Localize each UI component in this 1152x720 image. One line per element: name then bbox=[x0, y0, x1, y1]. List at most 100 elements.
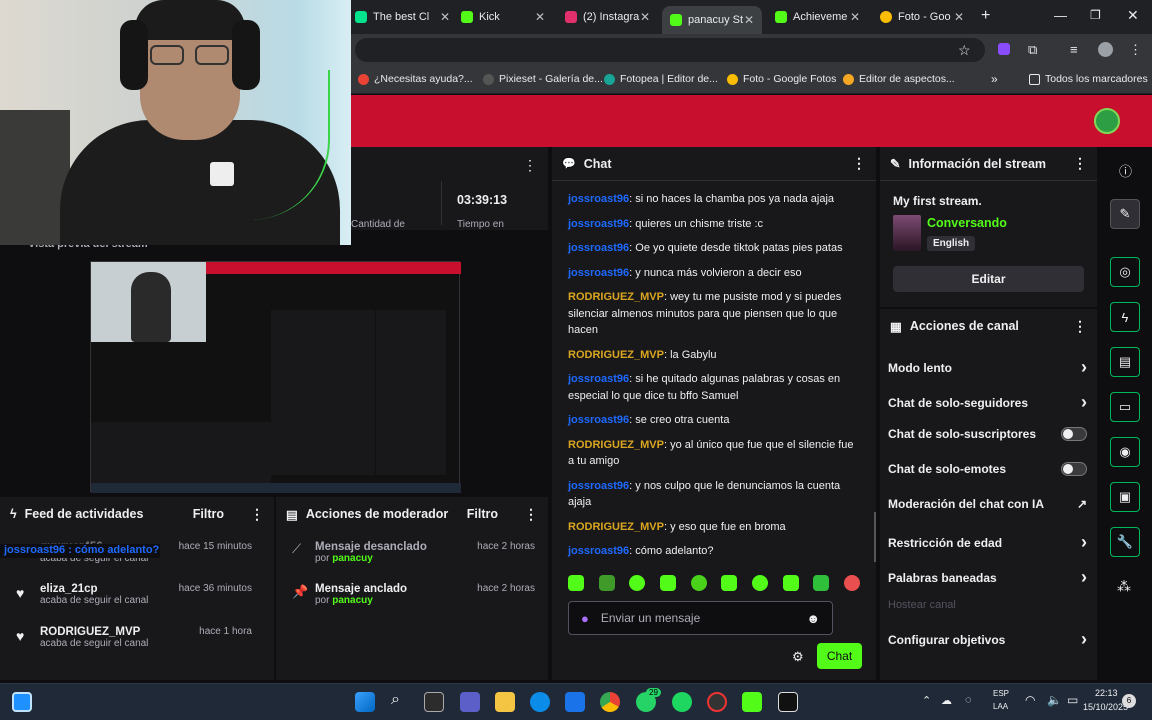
mod-by-user[interactable]: panacuy bbox=[332, 553, 373, 564]
task-view-icon[interactable] bbox=[12, 692, 32, 712]
cloud-icon[interactable]: ☁ bbox=[941, 694, 952, 707]
emote-icon[interactable] bbox=[659, 575, 676, 591]
tools-rail-button[interactable]: 🔧 bbox=[1110, 527, 1140, 557]
channel-action-item[interactable]: Modo lento › bbox=[888, 357, 1087, 378]
emote-icon[interactable] bbox=[782, 575, 799, 591]
edit-stream-button[interactable]: Editar bbox=[893, 266, 1084, 292]
bookmark-item[interactable]: ¿Necesitas ayuda?... bbox=[358, 73, 473, 85]
chat-settings-gear-icon[interactable]: ⚙ bbox=[792, 649, 804, 665]
chat-rail-button[interactable]: ▭ bbox=[1110, 392, 1140, 422]
chat-username[interactable]: jossroast96 bbox=[568, 373, 629, 385]
document-rail-button[interactable]: ▤ bbox=[1110, 347, 1140, 377]
chat-message-list[interactable]: jossroast96: si no haces la chamba pos y… bbox=[552, 191, 876, 571]
more-bookmarks-icon[interactable]: » bbox=[991, 72, 998, 86]
wifi-icon[interactable]: ◠ bbox=[1025, 693, 1035, 707]
edit-rail-button[interactable]: ✎ bbox=[1110, 199, 1140, 229]
chat-username[interactable]: jossroast96 bbox=[568, 242, 629, 254]
chat-username[interactable]: jossroast96 bbox=[568, 414, 629, 426]
new-tab-icon[interactable]: + bbox=[981, 7, 990, 25]
channel-action-item[interactable]: Configurar objetivos › bbox=[888, 629, 1087, 650]
extensions-puzzle-icon[interactable]: ⧉ bbox=[1028, 42, 1037, 58]
stats-menu-icon[interactable]: ⋮ bbox=[523, 157, 537, 174]
stream-info-menu-icon[interactable]: ⋮ bbox=[1073, 155, 1087, 172]
window-close-icon[interactable]: ✕ bbox=[1127, 7, 1139, 24]
capcut-icon[interactable] bbox=[778, 692, 798, 712]
tab-0[interactable]: The best Cl ✕ bbox=[355, 6, 450, 28]
apps-icon[interactable]: ⁂ bbox=[1117, 578, 1131, 595]
stream-preview-video[interactable] bbox=[90, 261, 461, 493]
chat-username[interactable]: RODRIGUEZ_MVP bbox=[568, 439, 664, 451]
channel-action-item[interactable]: Palabras baneadas › bbox=[888, 567, 1087, 588]
broadcast-rail-button[interactable]: ◉ bbox=[1110, 437, 1140, 467]
info-icon[interactable]: ⓘ bbox=[1119, 161, 1132, 180]
chat-username[interactable]: RODRIGUEZ_MVP bbox=[568, 521, 664, 533]
close-icon[interactable]: ✕ bbox=[535, 10, 545, 24]
spotify-icon[interactable] bbox=[672, 692, 692, 712]
volume-icon[interactable]: 🔈 bbox=[1047, 693, 1062, 707]
kick-app-icon[interactable] bbox=[742, 692, 762, 712]
mod-by-user[interactable]: panacuy bbox=[332, 595, 373, 606]
emote-icon[interactable] bbox=[751, 575, 768, 591]
clock-date[interactable]: 15/10/2025 bbox=[1083, 702, 1128, 712]
extension-icon[interactable] bbox=[998, 43, 1010, 55]
emote-icon[interactable] bbox=[721, 575, 738, 591]
emoji-icon[interactable]: ☻ bbox=[806, 611, 820, 626]
tray-chevron-icon[interactable]: ⌃ bbox=[922, 694, 931, 707]
battery-icon[interactable]: ▭ bbox=[1067, 693, 1078, 707]
activity-menu-icon[interactable]: ⋮ bbox=[250, 506, 264, 523]
channel-action-item[interactable]: Restricción de edad › bbox=[888, 532, 1087, 553]
lightning-rail-button[interactable]: ϟ bbox=[1110, 302, 1140, 332]
close-icon[interactable]: ✕ bbox=[850, 10, 860, 24]
chat-username[interactable]: RODRIGUEZ_MVP bbox=[568, 349, 664, 361]
restore-icon[interactable]: ❐ bbox=[1090, 8, 1101, 22]
all-bookmarks[interactable]: Todos los marcadores bbox=[1029, 73, 1148, 85]
channel-action-item[interactable]: Moderación del chat con IA ↗ bbox=[888, 497, 1087, 511]
obs-icon[interactable] bbox=[707, 692, 727, 712]
language-top[interactable]: ESP bbox=[993, 689, 1009, 698]
chat-input[interactable]: ● Enviar un mensaje ☻ bbox=[568, 601, 833, 635]
minimize-icon[interactable]: — bbox=[1054, 8, 1067, 23]
chat-username[interactable]: jossroast96 bbox=[568, 480, 629, 492]
star-icon[interactable]: ☆ bbox=[958, 42, 971, 59]
chat-username[interactable]: RODRIGUEZ_MVP bbox=[568, 291, 664, 303]
store-icon[interactable] bbox=[565, 692, 585, 712]
channel-action-item[interactable]: Chat de solo-suscriptores bbox=[888, 427, 1087, 441]
chat-username[interactable]: jossroast96 bbox=[568, 218, 629, 230]
edge-icon[interactable] bbox=[530, 692, 550, 712]
chat-username[interactable]: jossroast96 bbox=[568, 193, 629, 205]
channel-action-item[interactable]: Chat de solo-seguidores › bbox=[888, 392, 1087, 413]
chat-username[interactable]: jossroast96 bbox=[568, 545, 629, 557]
search-icon[interactable]: ⌕ bbox=[391, 691, 400, 709]
activity-filter-button[interactable]: Filtro bbox=[193, 507, 224, 521]
user-avatar[interactable] bbox=[1094, 108, 1120, 134]
bookmark-item[interactable]: Pixieset - Galería de... bbox=[483, 73, 603, 85]
language-bottom[interactable]: LAA bbox=[993, 702, 1008, 711]
tab-5[interactable]: Foto - Goo ✕ bbox=[880, 6, 964, 28]
file-explorer-icon[interactable] bbox=[495, 692, 515, 712]
tray-app-icon[interactable]: ◌ bbox=[965, 694, 972, 706]
mod-menu-icon[interactable]: ⋮ bbox=[524, 506, 538, 523]
emote-icon[interactable] bbox=[568, 575, 584, 591]
emote-icon[interactable] bbox=[843, 575, 860, 591]
chat-send-button[interactable]: Chat bbox=[817, 643, 862, 669]
chat-scrollbar[interactable] bbox=[874, 512, 876, 562]
chat-username[interactable]: jossroast96 bbox=[568, 267, 629, 279]
channel-actions-menu-icon[interactable]: ⋮ bbox=[1073, 318, 1087, 335]
emote-icon[interactable] bbox=[629, 575, 646, 591]
toggle-switch[interactable] bbox=[1061, 462, 1087, 476]
emote-icon[interactable] bbox=[598, 575, 615, 591]
bookmark-item[interactable]: Editor de aspectos... bbox=[843, 73, 955, 85]
task-view-button-icon[interactable] bbox=[424, 692, 444, 712]
close-icon[interactable]: ✕ bbox=[440, 10, 450, 24]
browser-menu-icon[interactable]: ⋮ bbox=[1129, 42, 1142, 58]
tab-2[interactable]: (2) Instagra ✕ bbox=[565, 6, 650, 28]
emote-icon[interactable] bbox=[690, 575, 707, 591]
teams-icon[interactable] bbox=[460, 692, 480, 712]
chrome-icon[interactable] bbox=[600, 692, 620, 712]
stream-category[interactable]: Conversando bbox=[927, 216, 1007, 230]
close-icon[interactable]: ✕ bbox=[640, 10, 650, 24]
microphone-icon[interactable]: ● bbox=[581, 611, 589, 626]
clip-rail-button[interactable]: ◎ bbox=[1110, 257, 1140, 287]
mod-filter-button[interactable]: Filtro bbox=[467, 507, 498, 521]
url-field[interactable] bbox=[355, 38, 985, 62]
